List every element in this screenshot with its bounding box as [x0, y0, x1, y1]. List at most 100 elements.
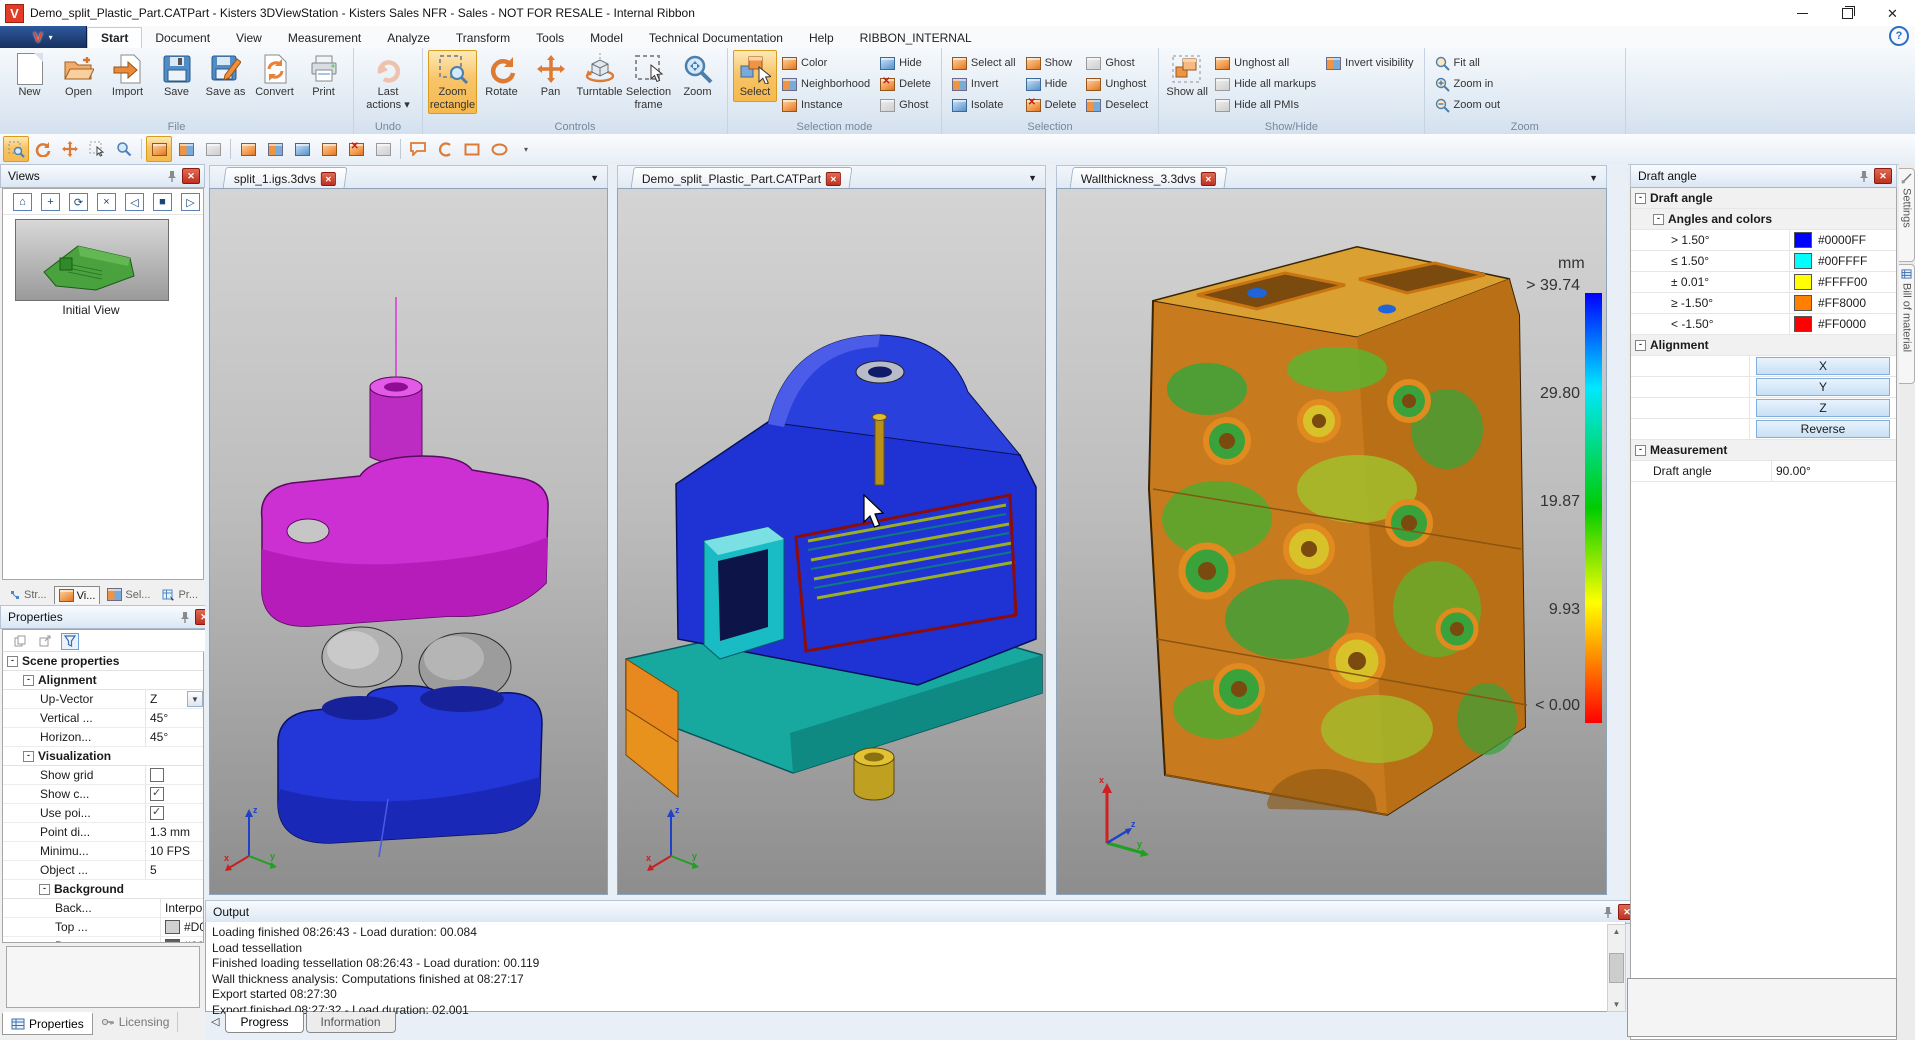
- pin-icon[interactable]: [179, 611, 191, 623]
- zoom-rectangle-button[interactable]: Zoom rectangle: [428, 50, 477, 114]
- tab-selection[interactable]: Sel...: [102, 585, 155, 604]
- color-swatch[interactable]: [1794, 253, 1812, 269]
- tree-row[interactable]: Top ...#D0D0D0: [3, 918, 203, 937]
- viewport-2-canvas[interactable]: zxy: [617, 188, 1046, 895]
- align-reverse-button[interactable]: Reverse: [1756, 420, 1890, 438]
- qt-rotate-button[interactable]: [30, 136, 56, 162]
- tree-row[interactable]: Scene properties: [3, 652, 203, 671]
- qt-isolate-button[interactable]: [289, 136, 315, 162]
- open-button[interactable]: Open: [54, 50, 103, 102]
- qt-ghost-button[interactable]: [370, 136, 396, 162]
- print-button[interactable]: Print: [299, 50, 348, 102]
- tab-tools[interactable]: Tools: [523, 28, 577, 48]
- tab-start[interactable]: Start: [87, 27, 142, 48]
- tab-progress[interactable]: Progress: [225, 1012, 303, 1033]
- select-color-button[interactable]: Color: [777, 53, 875, 73]
- collapse-icon[interactable]: [7, 656, 18, 667]
- tree-row[interactable]: Vertical ...45°: [3, 709, 203, 728]
- qt-selection-frame-button[interactable]: [84, 136, 110, 162]
- output-tab-nav-left-icon[interactable]: ◁: [207, 1012, 223, 1031]
- tree-row[interactable]: Background: [3, 880, 203, 899]
- qt-select-button[interactable]: [146, 136, 172, 162]
- viewport-1-dropdown-icon[interactable]: ▼: [590, 173, 599, 183]
- select-delete-button[interactable]: Delete: [875, 74, 936, 94]
- qt-markup-arc-button[interactable]: [432, 136, 458, 162]
- viewport-2-tab[interactable]: Demo_split_Plastic_Part.CATPart✕: [630, 167, 852, 189]
- tab-measurement[interactable]: Measurement: [275, 28, 374, 48]
- copy-icon[interactable]: [11, 633, 29, 650]
- viewport-1-canvas[interactable]: zxy: [209, 188, 608, 895]
- select-all-button[interactable]: Select all: [947, 53, 1021, 73]
- collapse-icon[interactable]: [23, 751, 34, 762]
- qt-hide-button[interactable]: [316, 136, 342, 162]
- view-update-button[interactable]: ⟳: [69, 193, 88, 211]
- viewport-1[interactable]: split_1.igs.3dvs✕ ▼: [209, 164, 608, 895]
- qt-markup-rectangle-button[interactable]: [459, 136, 485, 162]
- angle-color-row[interactable]: < -1.50°#FF0000: [1631, 314, 1896, 335]
- color-swatch[interactable]: [1794, 316, 1812, 332]
- color-swatch[interactable]: [1794, 295, 1812, 311]
- output-scrollbar[interactable]: ▲ ▼: [1607, 924, 1626, 1012]
- tree-row[interactable]: Object ...5: [3, 861, 203, 880]
- filter-icon[interactable]: [61, 633, 79, 650]
- select-ghost-button[interactable]: Ghost: [875, 95, 936, 115]
- viewport-2[interactable]: Demo_split_Plastic_Part.CATPart✕ ▼: [617, 164, 1046, 895]
- view-stop-button[interactable]: ■: [153, 193, 172, 211]
- view-delete-button[interactable]: ×: [97, 193, 116, 211]
- tab-analyze[interactable]: Analyze: [374, 28, 443, 48]
- view-home-button[interactable]: ⌂: [13, 193, 32, 211]
- tree-row[interactable]: Bott...#606060: [3, 937, 203, 943]
- restore-button[interactable]: [1825, 0, 1870, 26]
- qt-markup-callout-button[interactable]: [405, 136, 431, 162]
- tree-row[interactable]: Angles and colors: [1631, 209, 1896, 230]
- hide-button[interactable]: Hide: [1021, 74, 1082, 94]
- dropdown-icon[interactable]: ▼: [187, 691, 203, 707]
- pin-icon[interactable]: [1602, 906, 1614, 918]
- viewport-3-canvas[interactable]: xyz mm > 39.74 29.80 19.87 9.93 < 0.00: [1056, 188, 1607, 895]
- views-close-icon[interactable]: ✕: [182, 168, 200, 184]
- application-menu-button[interactable]: V ▾: [0, 26, 87, 48]
- tree-row[interactable]: Show c...: [3, 785, 203, 804]
- pin-icon[interactable]: [1858, 170, 1870, 182]
- show-button[interactable]: Show: [1021, 53, 1082, 73]
- tab-transform[interactable]: Transform: [443, 28, 523, 48]
- tab-model[interactable]: Model: [577, 28, 636, 48]
- ghost-button[interactable]: Ghost: [1081, 53, 1153, 73]
- zoom-out-button[interactable]: Zoom out: [1430, 95, 1505, 115]
- select-button[interactable]: Select: [733, 50, 777, 102]
- tab-settings[interactable]: Settings: [1899, 168, 1915, 262]
- scroll-thumb[interactable]: [1609, 953, 1624, 983]
- toolbar-overflow-button[interactable]: ▾: [513, 136, 539, 162]
- invert-visibility-button[interactable]: Invert visibility: [1321, 53, 1418, 73]
- viewport-3-tab[interactable]: Wallthickness_3.3dvs✕: [1069, 167, 1227, 189]
- tab-views[interactable]: Vi...: [54, 586, 101, 604]
- tree-row[interactable]: Horizon...45°: [3, 728, 203, 747]
- isolate-button[interactable]: Isolate: [947, 95, 1021, 115]
- viewport-2-dropdown-icon[interactable]: ▼: [1028, 173, 1037, 183]
- tab-help[interactable]: Help: [796, 28, 847, 48]
- collapse-icon[interactable]: [1635, 445, 1646, 456]
- tab-licensing[interactable]: Licensing: [93, 1012, 179, 1032]
- tab-bill-of-material[interactable]: Bill of material: [1899, 264, 1915, 384]
- color-swatch[interactable]: [1794, 232, 1812, 248]
- viewport-1-close-icon[interactable]: ✕: [321, 171, 336, 185]
- view-previous-button[interactable]: ◁: [125, 193, 144, 211]
- save-button[interactable]: Save: [152, 50, 201, 102]
- checkbox-unchecked[interactable]: [150, 768, 164, 782]
- tree-row[interactable]: Point di...1.3 mm: [3, 823, 203, 842]
- help-icon[interactable]: ?: [1889, 26, 1909, 46]
- checkbox-checked[interactable]: [150, 806, 164, 820]
- select-hide-button[interactable]: Hide: [875, 53, 936, 73]
- qt-invert-button[interactable]: [262, 136, 288, 162]
- angle-color-row[interactable]: ± 0.01°#FFFF00: [1631, 272, 1896, 293]
- angle-color-row[interactable]: ≤ 1.50°#00FFFF: [1631, 251, 1896, 272]
- viewport-3[interactable]: Wallthickness_3.3dvs✕ ▼: [1056, 164, 1607, 895]
- tree-row[interactable]: Use poi...: [3, 804, 203, 823]
- align-y-button[interactable]: Y: [1756, 378, 1890, 396]
- collapse-icon[interactable]: [1653, 214, 1664, 225]
- qt-show-all-button[interactable]: [235, 136, 261, 162]
- tree-row[interactable]: Show grid: [3, 766, 203, 785]
- close-button[interactable]: ✕: [1870, 0, 1915, 26]
- align-z-button[interactable]: Z: [1756, 399, 1890, 417]
- tab-ribbon-internal[interactable]: RIBBON_INTERNAL: [847, 28, 985, 48]
